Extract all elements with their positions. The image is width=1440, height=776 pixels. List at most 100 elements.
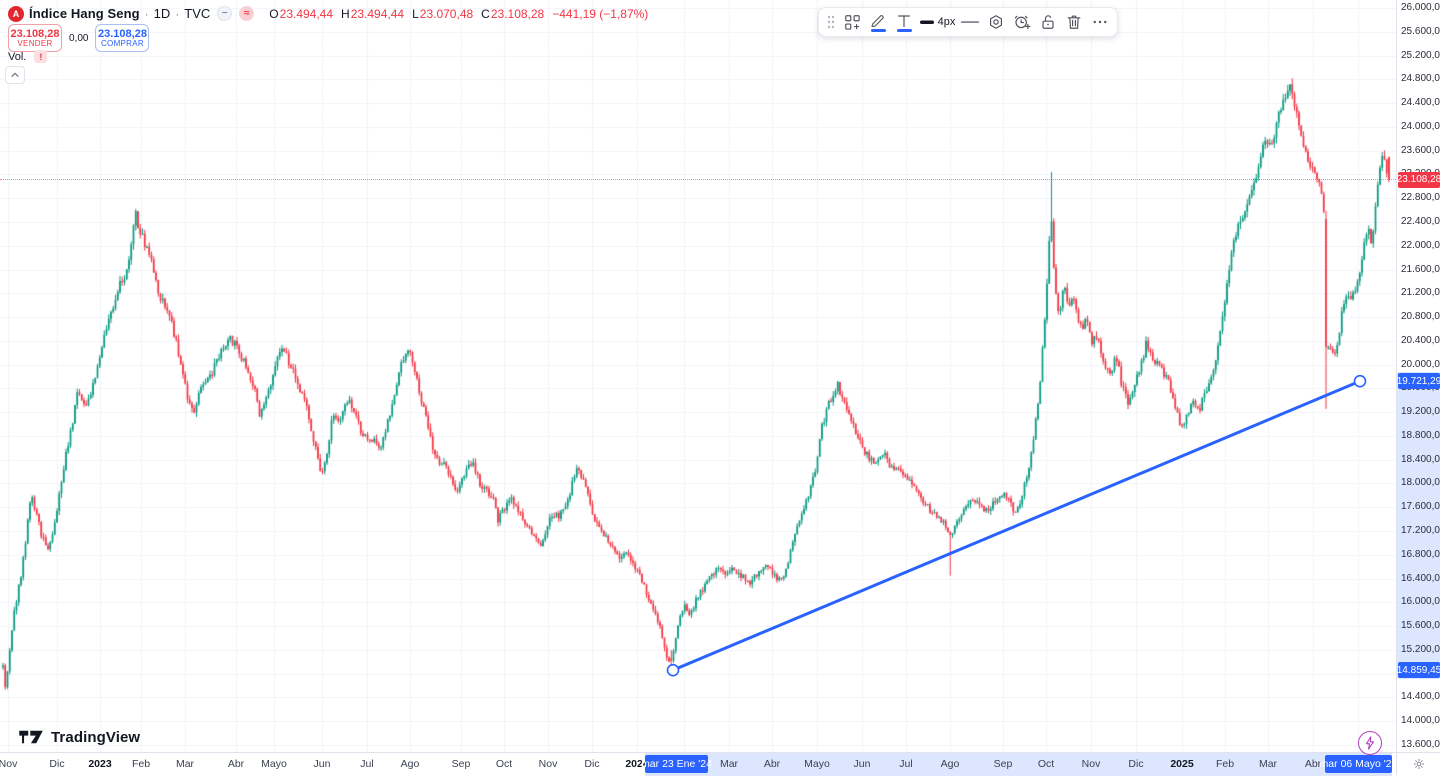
price-axis[interactable]: 19.721,29 14.859,45 23.108,28 26.000,002…: [1396, 0, 1440, 752]
separator: ·: [175, 7, 179, 21]
pencil-icon: [869, 13, 887, 28]
price-tick-label: 17.200,00: [1401, 525, 1440, 536]
current-price-line[interactable]: [0, 179, 1396, 180]
open-label: O: [269, 7, 278, 21]
buy-label: COMPRAR: [101, 40, 144, 49]
lock-button[interactable]: [1035, 9, 1061, 35]
exchange-label[interactable]: TVC: [184, 6, 210, 21]
trendline-high-price-label: 19.721,29: [1398, 373, 1440, 389]
time-axis-month-label: Mayo: [804, 758, 830, 770]
line-style-icon: [960, 14, 980, 30]
market-status-icon[interactable]: −: [217, 6, 232, 21]
time-axis-month-label: Abr: [228, 758, 244, 770]
time-axis-year-label: 2025: [1170, 758, 1193, 770]
trendline-start-handle[interactable]: [668, 665, 679, 676]
time-axis-month-label: Jul: [899, 758, 912, 770]
price-tick-label: 19.200,00: [1401, 406, 1440, 417]
price-tick-label: 18.400,00: [1401, 454, 1440, 465]
candlestick-canvas[interactable]: [0, 0, 1396, 752]
price-tick-label: 18.800,00: [1401, 430, 1440, 441]
price-tick-label: 13.600,00: [1401, 739, 1440, 750]
time-axis-month-label: Nov: [1082, 758, 1101, 770]
sell-button[interactable]: 23.108,28 VENDER: [8, 24, 62, 52]
trendline-time-range-highlight: [645, 753, 1392, 776]
axis-settings-corner[interactable]: [1396, 752, 1440, 775]
line-width-button[interactable]: 4px: [917, 9, 957, 35]
time-axis-month-label: Nov: [0, 758, 17, 770]
price-tick-label: 20.800,00: [1401, 311, 1440, 322]
separator: ·: [145, 7, 149, 21]
time-axis-month-label: Oct: [1038, 758, 1054, 770]
sell-price: 23.108,28: [11, 28, 60, 40]
price-tick-label: 24.400,00: [1401, 97, 1440, 108]
buy-button[interactable]: 23.108,28 COMPRAR: [95, 24, 149, 52]
draw-color-button[interactable]: [865, 9, 891, 35]
tradingview-chart-window: A Índice Hang Seng · 1D · TVC − ≈ O 23.49…: [0, 0, 1440, 775]
quick-trade-button[interactable]: [1358, 731, 1382, 755]
tradingview-brand-text: TradingView: [51, 729, 140, 746]
add-alert-button[interactable]: [1009, 9, 1035, 35]
current-price-label: 23.108,28: [1398, 172, 1440, 188]
high-label: H: [341, 7, 350, 21]
settings-icon: [986, 12, 1006, 32]
time-axis-month-label: Feb: [132, 758, 150, 770]
time-axis-month-label: Dic: [49, 758, 64, 770]
gear-icon: [1412, 757, 1426, 771]
time-axis-month-label: Nov: [539, 758, 558, 770]
close-label: C: [481, 7, 490, 21]
symbol-title[interactable]: Índice Hang Seng: [29, 6, 140, 21]
trendline-end-handle[interactable]: [1355, 376, 1366, 387]
time-axis-month-label: Dic: [584, 758, 599, 770]
line-style-button[interactable]: [957, 9, 983, 35]
text-color-swatch: [897, 29, 912, 32]
volume-indicator-row: Vol. !: [8, 50, 47, 63]
price-tick-label: 24.800,00: [1401, 73, 1440, 84]
ohlc-readout: O23.494,44 H23.494,44 L23.070,48 C23.108…: [269, 7, 648, 21]
low-label: L: [412, 7, 419, 21]
ellipsis-icon: [1091, 13, 1109, 31]
unlock-icon: [1038, 12, 1058, 32]
interval-label[interactable]: 1D: [154, 6, 171, 21]
price-tick-label: 20.400,00: [1401, 335, 1440, 346]
delayed-data-icon[interactable]: ≈: [239, 6, 254, 21]
collapse-legend-button[interactable]: [5, 66, 25, 84]
price-tick-label: 14.000,00: [1401, 715, 1440, 726]
time-axis-month-label: Dic: [1128, 758, 1143, 770]
time-axis-month-label: Sep: [452, 758, 471, 770]
toolbar-drag-handle[interactable]: [823, 9, 839, 35]
price-tick-label: 16.400,00: [1401, 573, 1440, 584]
price-tick-label: 22.000,00: [1401, 240, 1440, 251]
time-axis-month-label: Mayo: [261, 758, 287, 770]
spread-value: 0,00: [69, 33, 88, 44]
symbol-logo: A: [8, 6, 24, 22]
add-object-button[interactable]: [839, 9, 865, 35]
symbol-legend: A Índice Hang Seng · 1D · TVC − ≈ O 23.49…: [8, 5, 648, 22]
low-value: 23.070,48: [420, 7, 473, 21]
volume-label[interactable]: Vol.: [8, 51, 26, 63]
time-axis-month-label: Abr: [764, 758, 780, 770]
tradingview-logo[interactable]: TradingView: [18, 728, 140, 746]
settings-button[interactable]: [983, 9, 1009, 35]
price-tick-label: 23.600,00: [1401, 145, 1440, 156]
text-color-button[interactable]: [891, 9, 917, 35]
price-tick-label: 22.400,00: [1401, 216, 1440, 227]
more-options-button[interactable]: [1087, 9, 1113, 35]
tradingview-mark-icon: [18, 728, 44, 746]
change-value: −441,19 (−1,87%): [552, 7, 648, 21]
time-axis[interactable]: mar 23 Ene '24 mar 06 Mayo '25 NovDic202…: [0, 752, 1396, 775]
delete-button[interactable]: [1061, 9, 1087, 35]
time-axis-month-label: Mar: [1259, 758, 1277, 770]
price-tick-label: 24.000,00: [1401, 121, 1440, 132]
price-tick-label: 21.600,00: [1401, 264, 1440, 275]
pencil-color-swatch: [871, 29, 886, 32]
buy-price: 23.108,28: [98, 28, 147, 40]
volume-warning-icon[interactable]: !: [34, 50, 47, 63]
object-tree-icon: [842, 12, 862, 32]
price-tick-label: 21.200,00: [1401, 287, 1440, 298]
time-axis-month-label: Oct: [496, 758, 512, 770]
line-width-icon: [919, 14, 935, 30]
time-axis-month-label: Mar: [720, 758, 738, 770]
high-value: 23.494,44: [351, 7, 404, 21]
trendline-low-price-label: 14.859,45: [1398, 662, 1440, 678]
price-tick-label: 18.000,00: [1401, 477, 1440, 488]
